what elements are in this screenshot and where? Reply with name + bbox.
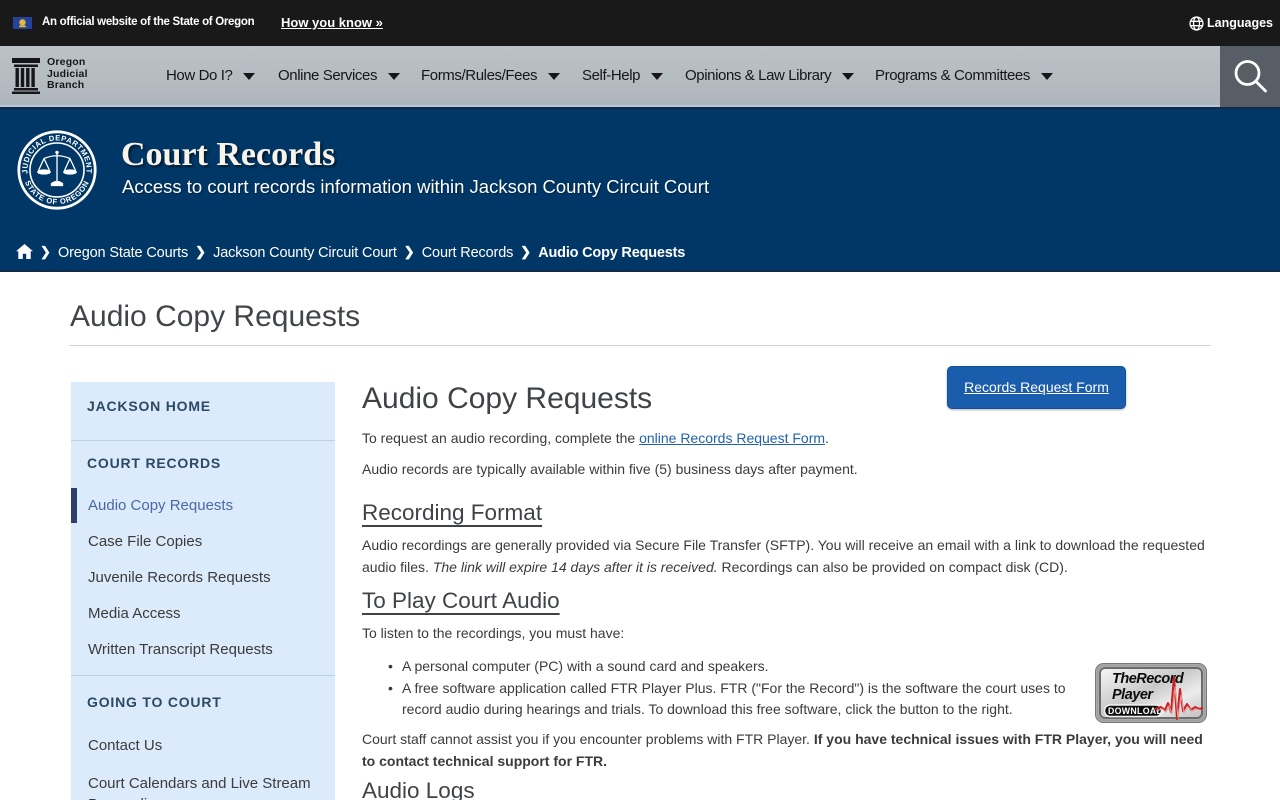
svg-text:DOWNLOAD: DOWNLOAD [1108, 706, 1163, 716]
svg-text:Player: Player [1112, 687, 1154, 703]
